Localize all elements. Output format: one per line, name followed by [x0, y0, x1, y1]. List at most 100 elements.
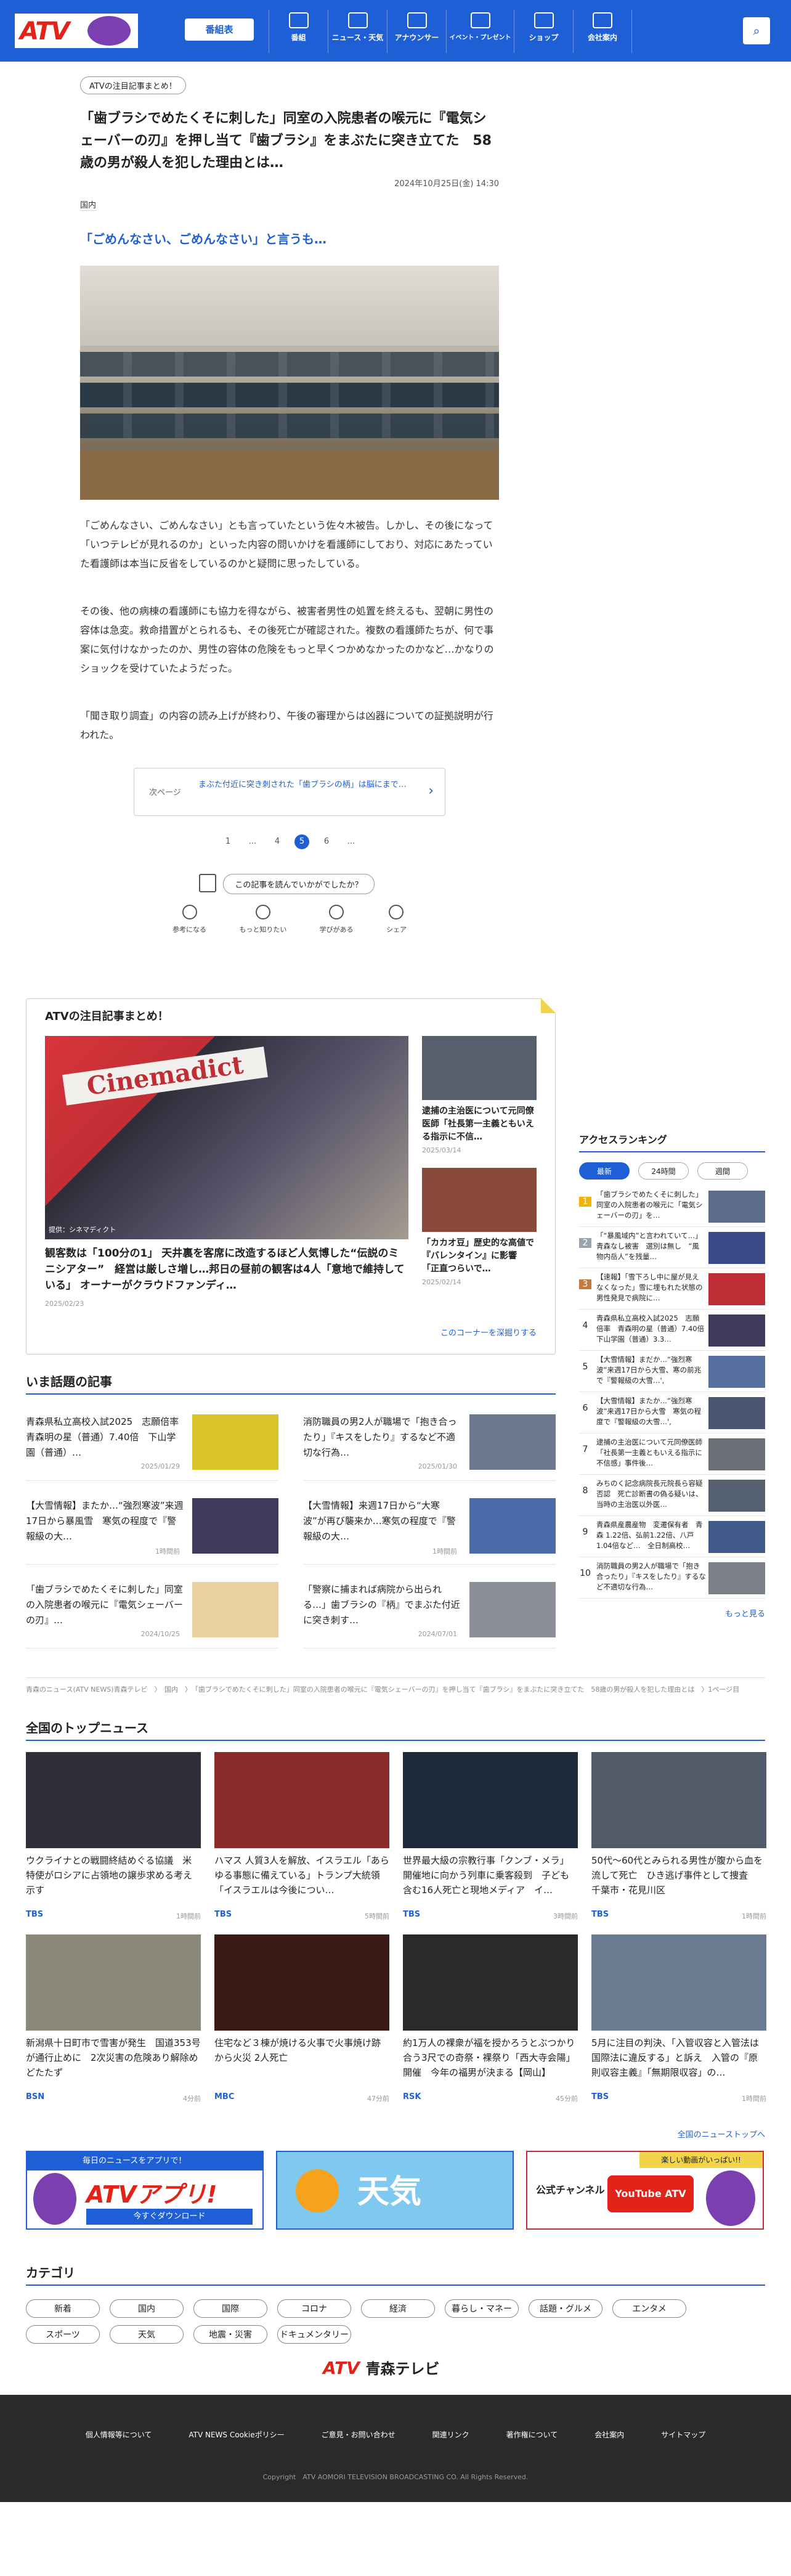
site-logo[interactable]: ATV — [15, 14, 138, 48]
feature-main-title[interactable]: 観客数は「100分の1」 天井裏を客席に改造するほど人気博した“伝説のミニシアタ… — [45, 1245, 408, 1294]
ranking-item-title: 青森県私立高校入試2025 志願倍率 青森明の星（普通）7.40倍 下山学園（普… — [596, 1314, 706, 1343]
national-title: ウクライナとの戦闘終結めぐる協議 米特使がロシアに占領地の譲歩求める考え示す — [26, 1855, 193, 1896]
ranking-item[interactable]: 9 青森県産農産物 変遷保有者 青森 1.22倍、弘前1.22倍、八戸1.04倍な… — [579, 1516, 765, 1557]
national-date: 1時間前 — [742, 2095, 766, 2103]
ranking-item[interactable]: 2 「“暴風域内”と言われていて…」青森なし被害 選別は無し “風物内岳人”を残量… — [579, 1227, 765, 1268]
feature-side-item[interactable]: 「カカオ豆」歴史的な高値で『バレンタイン』に影響 「正直つらいで… 2025/02… — [422, 1168, 537, 1286]
reaction-helpful[interactable]: 参考になる — [172, 905, 206, 934]
feature-box: ATVの注目記事まとめ！ Cinemadict 提供：シネマディクト 観客数は「1… — [26, 998, 556, 1355]
ranking-item[interactable]: 1 「歯ブラシでめたくそに刺した」同室の入院患者の喉元に「電気シェーバーの刃」を… — [579, 1186, 765, 1227]
footer-link[interactable]: 関連リンク — [432, 2429, 469, 2440]
topic-item[interactable]: 【大雪情報】またか…“強烈寒波”来週17日から暴風雪 寒気の程度で『警報級の大…… — [26, 1490, 278, 1565]
category-chip[interactable]: 暮らし・マネー — [445, 2299, 519, 2318]
national-item[interactable]: 5月に注目の判決、「入管収容と入管法は国際法に違反する」と訴え 入管の『原則収容… — [591, 1934, 766, 2117]
ranking-item-title: 「“暴風域内”と言われていて…」青森なし被害 選別は無し “風物内岳人”を残量… — [596, 1231, 702, 1261]
mascot-icon — [33, 2173, 76, 2225]
youtube-banner[interactable]: 楽しい動画がいっぱい!! 公式チャンネル YouTube ATV — [526, 2151, 764, 2230]
national-source: TBS — [214, 1910, 232, 1919]
national-item[interactable]: 新潟県十日町市で雪害が発生 国道353号が通行止めに 2次災害の危険あり解除めど… — [26, 1934, 201, 2117]
category-chip[interactable]: 国際 — [193, 2299, 267, 2318]
nav-programs[interactable]: 番組 — [269, 10, 328, 53]
national-item[interactable]: 50代～60代とみられる男性が腹から血を流して死亡 ひき逃げ事件として捜査 千葉… — [591, 1752, 766, 1934]
ranking-more-link[interactable]: もっと見る — [579, 1607, 765, 1619]
ranking-item[interactable]: 10 消防職員の男2人が職場で「抱き合ったり」『キスをしたり』するなど不適切な行為… — [579, 1557, 765, 1599]
footer-logo[interactable]: ATV 青森テレビ — [323, 2357, 440, 2378]
article-category[interactable]: 国内 — [80, 198, 97, 211]
ranking-item[interactable]: 8 みちのく記念病院長元院長ら容疑否認 死亡診断書の偽る疑いは、当時の主治医以外医… — [579, 1475, 765, 1516]
national-item[interactable]: ウクライナとの戦闘終結めぐる協議 米特使がロシアに占領地の譲歩求める考え示す TB… — [26, 1752, 201, 1934]
rank-number: 4 — [582, 1321, 588, 1331]
topic-thumbnail — [192, 1414, 278, 1470]
national-item[interactable]: 約1万人の裸衆が福を授かろうとぶつかり合う3尺での奇祭・裸祭り「西大寺会陽」開催… — [403, 1934, 578, 2117]
page-link[interactable]: 6 — [319, 834, 334, 849]
nav-shop[interactable]: ショップ — [514, 10, 573, 53]
feedback-question: この記事を読んでいかがでしたか？ — [183, 874, 396, 894]
page-current: 5 — [294, 834, 309, 849]
category-chip[interactable]: 新着 — [26, 2299, 100, 2318]
app-banner[interactable]: 毎日のニュースをアプリで！ ATVアプリ! 今すぐダウンロード — [26, 2151, 264, 2230]
category-chip[interactable]: 話題・グルメ — [529, 2299, 602, 2318]
ranking-title: アクセスランキング — [579, 1131, 765, 1152]
page-link[interactable]: 4 — [270, 834, 285, 849]
ranking-item-title: 消防職員の男2人が職場で「抱き合ったり」『キスをしたり』するなど不適切な行為… — [596, 1562, 706, 1591]
program-guide-button[interactable]: 番組表 — [185, 18, 254, 41]
topic-date: 2025/01/30 — [418, 1462, 457, 1470]
reaction-more[interactable]: もっと知りたい — [239, 905, 286, 934]
nav-events[interactable]: イベント・プレゼント — [446, 10, 514, 53]
tab-weekly[interactable]: 週間 — [697, 1162, 748, 1180]
feature-side-item[interactable]: 逮捕の主治医について元同僚医師「社長第一主義ともいえる指示に不信… 2025/03… — [422, 1036, 537, 1154]
footer-link[interactable]: 会社案内 — [594, 2429, 624, 2440]
topic-item[interactable]: 「警察に捕まれば病院から出られる…」歯ブラシの『柄』でまぶた付近に突き刺す… 20… — [303, 1573, 556, 1649]
tab-latest[interactable]: 最新 — [579, 1162, 630, 1180]
next-page-link[interactable]: 次ページ まぶた付近に突き刺された「歯ブラシの柄」は脳にまで… › — [134, 768, 445, 816]
article-photo — [80, 266, 499, 500]
topic-item[interactable]: 青森県私立高校入試2025 志願倍率 青森明の星（普通）7.40倍 下山学園（普… — [26, 1406, 278, 1481]
rank-number: 10 — [580, 1568, 591, 1578]
breadcrumb[interactable]: 青森のニュース(ATV NEWS)青森テレビ 〉 国内 〉 「歯ブラシでめたくそ… — [26, 1677, 765, 1694]
category-chip[interactable]: 経済 — [361, 2299, 435, 2318]
national-item[interactable]: ハマス 人質3人を解放、イスラエル「あらゆる事態に備えている」トランプ大統領「イ… — [214, 1752, 389, 1934]
feature-more-link[interactable]: このコーナーを深掘りする — [440, 1326, 537, 1338]
ranking-item[interactable]: 3 【速報】「雪下ろし中に屋が見えなくなった」雪に埋もれた状態の男性発見で病院に… — [579, 1268, 765, 1310]
feature-main-image[interactable]: Cinemadict 提供：シネマディクト — [45, 1036, 408, 1239]
ranking-item[interactable]: 4 青森県私立高校入試2025 志願倍率 青森明の星（普通）7.40倍 下山学園（… — [579, 1310, 765, 1351]
category-chip[interactable]: コロナ — [277, 2299, 351, 2318]
national-more-link[interactable]: 全国のニューストップへ — [26, 2128, 765, 2140]
category-chip[interactable]: 地震・災害 — [193, 2325, 267, 2344]
footer-link[interactable]: 個人情報等について — [86, 2429, 152, 2440]
topic-item[interactable]: 「歯ブラシでめたくそに刺した」同室の入院患者の喉元に『電気シェーバーの刃』… 20… — [26, 1573, 278, 1649]
search-button[interactable]: ⌕ — [743, 17, 770, 44]
national-item[interactable]: 住宅など３棟が焼ける火事で火事焼け跡から火災 2人死亡 MBC 47分前 — [214, 1934, 389, 2117]
category-chip[interactable]: エンタメ — [612, 2299, 686, 2318]
topic-thumbnail — [469, 1582, 556, 1637]
ranking-thumbnail — [708, 1438, 765, 1470]
footer-link[interactable]: ご意見・お問い合わせ — [322, 2429, 396, 2440]
topic-thumbnail — [469, 1414, 556, 1470]
topic-title: 「警察に捕まれば病院から出られる…」歯ブラシの『柄』でまぶた付近に突き刺す… — [303, 1584, 460, 1626]
reaction-learn[interactable]: 学びがある — [320, 905, 354, 934]
ranking-thumbnail — [708, 1521, 765, 1553]
topic-item[interactable]: 消防職員の男2人が職場で「抱き合ったり」『キスをしたり』するなど不適切な行為… 2… — [303, 1406, 556, 1481]
ranking-item[interactable]: 5 【大雪情報】まだか…“強烈寒波”来週17日から大雪、寒の前兆で『警報級の大雪…… — [579, 1351, 765, 1392]
ranking-item-title: 青森県産農産物 変遷保有者 青森 1.22倍、弘前1.22倍、八戸1.04倍など… — [596, 1520, 703, 1550]
ranking-item[interactable]: 6 【大雪情報】またか…“強烈寒波”来週17日から大雪 寒気の程度で『警報級の大雪… — [579, 1392, 765, 1433]
category-chip[interactable]: スポーツ — [26, 2325, 100, 2344]
nav-announcers[interactable]: アナウンサー — [387, 10, 446, 53]
topic-item[interactable]: 【大雪情報】来週17日から“大寒波”が再び襲来か…寒気の程度で『警報級の大… 1時… — [303, 1490, 556, 1565]
category-chip[interactable]: 天気 — [110, 2325, 184, 2344]
share-button[interactable]: シェア — [386, 905, 407, 934]
category-chip[interactable]: 国内 — [110, 2299, 184, 2318]
footer-link[interactable]: 著作権について — [506, 2429, 558, 2440]
nav-company[interactable]: 会社案内 — [573, 10, 632, 53]
reactions: 参考になる もっと知りたい 学びがある シェア — [172, 905, 407, 934]
national-item[interactable]: 世界最大級の宗教行事「クンブ・メラ」開催地に向かう列車に乗客殺到 子ども含む16… — [403, 1752, 578, 1934]
page-link[interactable]: 1 — [221, 834, 235, 849]
tab-24h[interactable]: 24時間 — [638, 1162, 689, 1180]
weather-banner[interactable]: 天気 — [276, 2151, 514, 2230]
footer-link[interactable]: サイトマップ — [661, 2429, 705, 2440]
ranking-item[interactable]: 7 逮捕の主治医について元同僚医師「社長第一主義ともいえる指示に不信感」事件後… — [579, 1433, 765, 1475]
footer-link[interactable]: ATV NEWS Cookieポリシー — [189, 2429, 284, 2440]
article-tag[interactable]: ATVの注目記事まとめ！ — [80, 76, 186, 94]
nav-news-weather[interactable]: ニュース・天気 — [328, 10, 387, 53]
category-chip[interactable]: ドキュメンタリー — [277, 2325, 351, 2344]
